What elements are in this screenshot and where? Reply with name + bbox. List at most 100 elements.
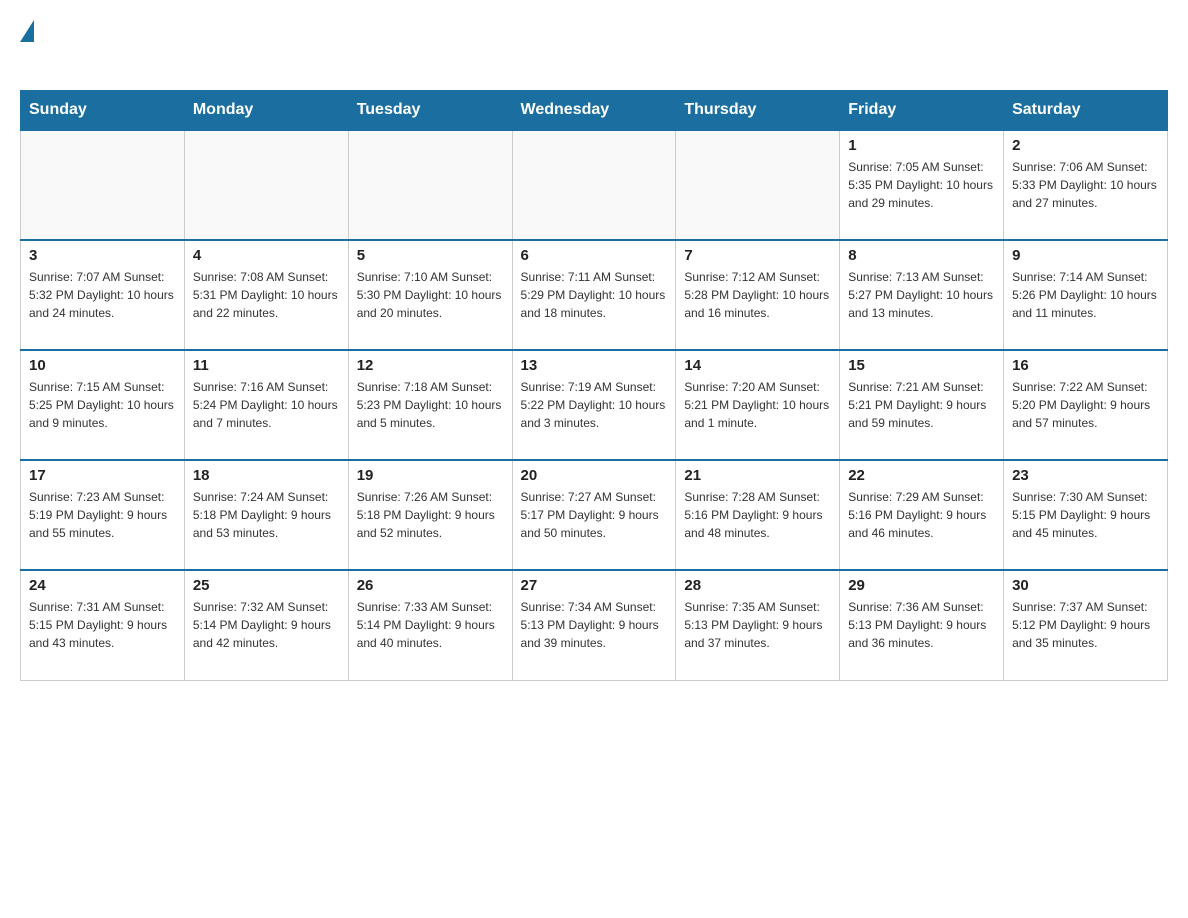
day-number: 18 xyxy=(193,467,340,484)
day-info: Sunrise: 7:22 AM Sunset: 5:20 PM Dayligh… xyxy=(1012,378,1159,432)
day-number: 21 xyxy=(684,467,831,484)
calendar-cell: 8 Sunrise: 7:13 AM Sunset: 5:27 PM Daylig… xyxy=(840,240,1004,350)
header-thursday: Thursday xyxy=(676,91,840,131)
calendar-cell: 17 Sunrise: 7:23 AM Sunset: 5:19 PM Dayli… xyxy=(21,460,185,570)
calendar-cell: 12 Sunrise: 7:18 AM Sunset: 5:23 PM Dayli… xyxy=(348,350,512,460)
day-number: 25 xyxy=(193,577,340,594)
day-number: 6 xyxy=(521,247,668,264)
calendar-cell: 30 Sunrise: 7:37 AM Sunset: 5:12 PM Dayli… xyxy=(1004,570,1168,680)
day-info: Sunrise: 7:18 AM Sunset: 5:23 PM Dayligh… xyxy=(357,378,504,432)
day-info: Sunrise: 7:16 AM Sunset: 5:24 PM Dayligh… xyxy=(193,378,340,432)
day-number: 7 xyxy=(684,247,831,264)
day-number: 19 xyxy=(357,467,504,484)
day-number: 9 xyxy=(1012,247,1159,264)
calendar-cell: 4Sunrise: 7:08 AM Sunset: 5:31 PM Daylig… xyxy=(184,240,348,350)
day-info: Sunrise: 7:19 AM Sunset: 5:22 PM Dayligh… xyxy=(521,378,668,432)
calendar-cell: 29 Sunrise: 7:36 AM Sunset: 5:13 PM Dayli… xyxy=(840,570,1004,680)
calendar-cell: 6 Sunrise: 7:11 AM Sunset: 5:29 PM Daylig… xyxy=(512,240,676,350)
day-number: 20 xyxy=(521,467,668,484)
day-number: 2 xyxy=(1012,137,1159,154)
day-number: 10 xyxy=(29,357,176,374)
day-number: 23 xyxy=(1012,467,1159,484)
calendar-cell: 20Sunrise: 7:27 AM Sunset: 5:17 PM Dayli… xyxy=(512,460,676,570)
header-sunday: Sunday xyxy=(21,91,185,131)
day-info: Sunrise: 7:37 AM Sunset: 5:12 PM Dayligh… xyxy=(1012,598,1159,652)
calendar-cell: 26 Sunrise: 7:33 AM Sunset: 5:14 PM Dayli… xyxy=(348,570,512,680)
day-number: 15 xyxy=(848,357,995,374)
day-info: Sunrise: 7:21 AM Sunset: 5:21 PM Dayligh… xyxy=(848,378,995,432)
calendar-cell: 5 Sunrise: 7:10 AM Sunset: 5:30 PM Daylig… xyxy=(348,240,512,350)
calendar-cell: 24 Sunrise: 7:31 AM Sunset: 5:15 PM Dayli… xyxy=(21,570,185,680)
calendar-cell: 27 Sunrise: 7:34 AM Sunset: 5:13 PM Dayli… xyxy=(512,570,676,680)
day-info: Sunrise: 7:36 AM Sunset: 5:13 PM Dayligh… xyxy=(848,598,995,652)
calendar-cell: 13Sunrise: 7:19 AM Sunset: 5:22 PM Dayli… xyxy=(512,350,676,460)
calendar-cell: 23 Sunrise: 7:30 AM Sunset: 5:15 PM Dayli… xyxy=(1004,460,1168,570)
day-number: 1 xyxy=(848,137,995,154)
day-info: Sunrise: 7:15 AM Sunset: 5:25 PM Dayligh… xyxy=(29,378,176,432)
calendar-cell xyxy=(184,130,348,240)
day-info: Sunrise: 7:35 AM Sunset: 5:13 PM Dayligh… xyxy=(684,598,831,652)
day-info: Sunrise: 7:33 AM Sunset: 5:14 PM Dayligh… xyxy=(357,598,504,652)
logo: Genera xyxy=(20,20,117,70)
day-info: Sunrise: 7:29 AM Sunset: 5:16 PM Dayligh… xyxy=(848,488,995,542)
header-wednesday: Wednesday xyxy=(512,91,676,131)
calendar-week-row-3: 10 Sunrise: 7:15 AM Sunset: 5:25 PM Dayli… xyxy=(21,350,1168,460)
calendar-week-row-2: 3Sunrise: 7:07 AM Sunset: 5:32 PM Daylig… xyxy=(21,240,1168,350)
day-info: Sunrise: 7:06 AM Sunset: 5:33 PM Dayligh… xyxy=(1012,158,1159,212)
day-number: 22 xyxy=(848,467,995,484)
day-info: Sunrise: 7:05 AM Sunset: 5:35 PM Dayligh… xyxy=(848,158,995,212)
calendar-cell: 14Sunrise: 7:20 AM Sunset: 5:21 PM Dayli… xyxy=(676,350,840,460)
calendar-cell: 10 Sunrise: 7:15 AM Sunset: 5:25 PM Dayli… xyxy=(21,350,185,460)
day-info: Sunrise: 7:23 AM Sunset: 5:19 PM Dayligh… xyxy=(29,488,176,542)
day-info: Sunrise: 7:28 AM Sunset: 5:16 PM Dayligh… xyxy=(684,488,831,542)
day-number: 27 xyxy=(521,577,668,594)
day-number: 26 xyxy=(357,577,504,594)
day-number: 4 xyxy=(193,247,340,264)
day-number: 3 xyxy=(29,247,176,264)
day-info: Sunrise: 7:20 AM Sunset: 5:21 PM Dayligh… xyxy=(684,378,831,432)
calendar-cell: 3Sunrise: 7:07 AM Sunset: 5:32 PM Daylig… xyxy=(21,240,185,350)
calendar-cell: 2 Sunrise: 7:06 AM Sunset: 5:33 PM Daylig… xyxy=(1004,130,1168,240)
day-number: 11 xyxy=(193,357,340,374)
day-number: 16 xyxy=(1012,357,1159,374)
day-number: 29 xyxy=(848,577,995,594)
calendar-week-row-4: 17 Sunrise: 7:23 AM Sunset: 5:19 PM Dayli… xyxy=(21,460,1168,570)
day-info: Sunrise: 7:11 AM Sunset: 5:29 PM Dayligh… xyxy=(521,268,668,322)
calendar-cell: 15 Sunrise: 7:21 AM Sunset: 5:21 PM Dayli… xyxy=(840,350,1004,460)
calendar-cell xyxy=(512,130,676,240)
calendar-cell: 9 Sunrise: 7:14 AM Sunset: 5:26 PM Daylig… xyxy=(1004,240,1168,350)
calendar-cell: 7Sunrise: 7:12 AM Sunset: 5:28 PM Daylig… xyxy=(676,240,840,350)
calendar-cell: 18 Sunrise: 7:24 AM Sunset: 5:18 PM Dayli… xyxy=(184,460,348,570)
day-info: Sunrise: 7:24 AM Sunset: 5:18 PM Dayligh… xyxy=(193,488,340,542)
day-number: 24 xyxy=(29,577,176,594)
calendar-cell xyxy=(21,130,185,240)
day-number: 28 xyxy=(684,577,831,594)
day-info: Sunrise: 7:14 AM Sunset: 5:26 PM Dayligh… xyxy=(1012,268,1159,322)
day-number: 30 xyxy=(1012,577,1159,594)
day-number: 12 xyxy=(357,357,504,374)
day-info: Sunrise: 7:34 AM Sunset: 5:13 PM Dayligh… xyxy=(521,598,668,652)
day-info: Sunrise: 7:10 AM Sunset: 5:30 PM Dayligh… xyxy=(357,268,504,322)
calendar-cell: 22 Sunrise: 7:29 AM Sunset: 5:16 PM Dayli… xyxy=(840,460,1004,570)
day-info: Sunrise: 7:26 AM Sunset: 5:18 PM Dayligh… xyxy=(357,488,504,542)
calendar-table: Sunday Monday Tuesday Wednesday Thursday… xyxy=(20,90,1168,681)
calendar-week-row-5: 24 Sunrise: 7:31 AM Sunset: 5:15 PM Dayli… xyxy=(21,570,1168,680)
day-info: Sunrise: 7:32 AM Sunset: 5:14 PM Dayligh… xyxy=(193,598,340,652)
header-saturday: Saturday xyxy=(1004,91,1168,131)
header-tuesday: Tuesday xyxy=(348,91,512,131)
calendar-cell xyxy=(676,130,840,240)
day-number: 8 xyxy=(848,247,995,264)
calendar-header-row: Sunday Monday Tuesday Wednesday Thursday… xyxy=(21,91,1168,131)
day-info: Sunrise: 7:30 AM Sunset: 5:15 PM Dayligh… xyxy=(1012,488,1159,542)
header-monday: Monday xyxy=(184,91,348,131)
day-number: 5 xyxy=(357,247,504,264)
day-number: 17 xyxy=(29,467,176,484)
logo-triangle-icon xyxy=(20,20,34,42)
calendar-cell: 28 Sunrise: 7:35 AM Sunset: 5:13 PM Dayli… xyxy=(676,570,840,680)
page-header: Genera xyxy=(20,20,1168,70)
header-friday: Friday xyxy=(840,91,1004,131)
day-info: Sunrise: 7:31 AM Sunset: 5:15 PM Dayligh… xyxy=(29,598,176,652)
calendar-week-row-1: 1 Sunrise: 7:05 AM Sunset: 5:35 PM Daylig… xyxy=(21,130,1168,240)
day-info: Sunrise: 7:13 AM Sunset: 5:27 PM Dayligh… xyxy=(848,268,995,322)
calendar-cell: 19 Sunrise: 7:26 AM Sunset: 5:18 PM Dayli… xyxy=(348,460,512,570)
